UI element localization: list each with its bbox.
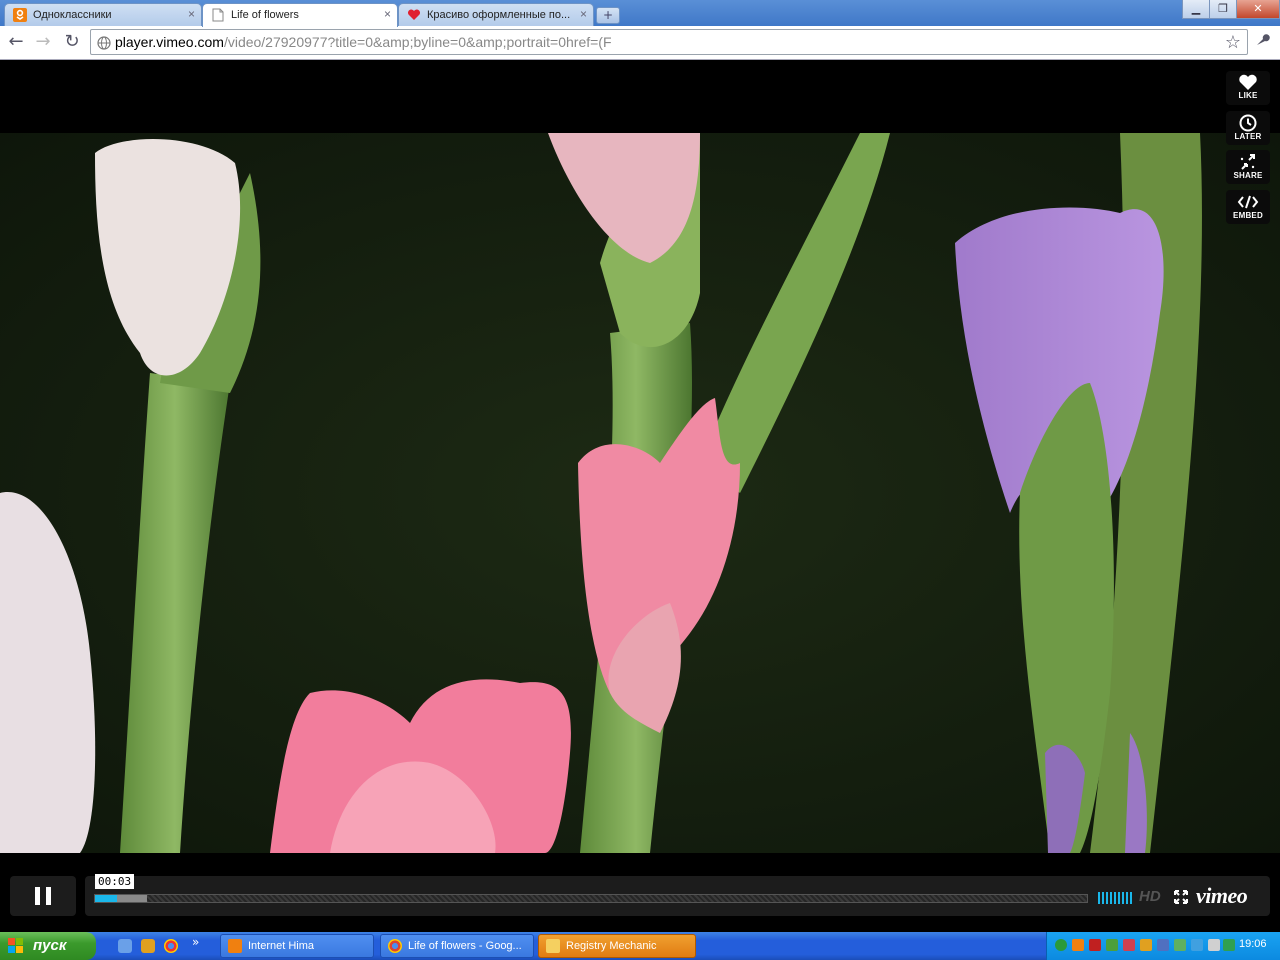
heart-icon: [407, 8, 421, 22]
progress-track[interactable]: [94, 894, 1088, 903]
tab-label: Одноклассники: [33, 9, 112, 21]
played-bar: [95, 895, 117, 902]
window-close-button[interactable]: ✕: [1236, 0, 1280, 19]
address-bar[interactable]: player.vimeo.com/video/27920977?title=0&…: [90, 29, 1248, 55]
chrome-icon[interactable]: [164, 939, 178, 953]
pause-icon: [46, 887, 51, 905]
heart-icon: [1239, 74, 1257, 90]
embed-button[interactable]: EMBED: [1226, 190, 1270, 224]
wrench-icon: [546, 939, 560, 953]
tray-network-icon[interactable]: [1191, 939, 1203, 951]
wrench-menu-icon[interactable]: [1254, 32, 1270, 52]
url-path: /video/27920977?title=0&amp;byline=0&amp…: [223, 34, 612, 50]
volume-control[interactable]: [1098, 892, 1132, 904]
close-tab-icon[interactable]: ×: [580, 7, 587, 21]
windows-flag-icon: [8, 938, 24, 954]
tray-app-icon[interactable]: [1157, 939, 1169, 951]
url-host: player.vimeo.com: [115, 34, 224, 50]
embed-icon: [1237, 195, 1259, 209]
quicklaunch-overflow-icon[interactable]: »: [192, 935, 199, 949]
forward-button[interactable]: →: [32, 31, 54, 53]
task-label: Life of flowers - Goog...: [408, 940, 522, 952]
new-tab-button[interactable]: +: [596, 7, 620, 24]
tray-app-icon[interactable]: [1223, 939, 1235, 951]
bookmark-star-icon[interactable]: ☆: [1225, 32, 1241, 53]
tray-app-icon[interactable]: [1140, 939, 1152, 951]
tray-flag-icon[interactable]: [1089, 939, 1101, 951]
tray-app-icon[interactable]: [1055, 939, 1067, 951]
close-tab-icon[interactable]: ×: [188, 7, 195, 21]
reload-button[interactable]: ↻: [61, 31, 83, 53]
maximize-button[interactable]: ❐: [1209, 0, 1237, 19]
video-image: [0, 133, 1280, 853]
minimize-button[interactable]: ▁: [1182, 0, 1210, 19]
tray-app-icon[interactable]: [1106, 939, 1118, 951]
task-label: Internet Hima: [248, 940, 315, 952]
show-desktop-icon[interactable]: [118, 939, 132, 953]
tray-app-icon[interactable]: [1174, 939, 1186, 951]
globe-icon: [97, 35, 111, 50]
clock-icon: [1239, 114, 1257, 132]
task-life-of-flowers[interactable]: Life of flowers - Goog...: [380, 934, 534, 958]
close-tab-icon[interactable]: ×: [384, 7, 391, 21]
vimeo-logo[interactable]: vimeo: [1196, 883, 1248, 909]
odnoklassniki-icon: [13, 8, 27, 22]
pause-icon: [35, 887, 40, 905]
later-label: LATER: [1234, 132, 1262, 141]
embed-label: EMBED: [1233, 211, 1263, 220]
tab-strip: Одноклассники × Life of flowers × Красив…: [0, 0, 1280, 27]
start-button[interactable]: пуск: [0, 932, 96, 960]
video-player[interactable]: LIKE LATER SHARE EMBED: [0, 60, 1280, 932]
tab-life-of-flowers[interactable]: Life of flowers ×: [202, 3, 398, 27]
back-button[interactable]: ←: [5, 31, 27, 53]
page-icon: [211, 8, 225, 22]
quicklaunch-app-icon[interactable]: [141, 939, 155, 953]
pause-button[interactable]: [10, 876, 76, 916]
tab-label: Life of flowers: [231, 9, 299, 21]
task-registry-mechanic[interactable]: Registry Mechanic: [538, 934, 696, 958]
share-icon: [1240, 154, 1255, 170]
chrome-icon: [388, 939, 402, 953]
tray-app-icon[interactable]: [1123, 939, 1135, 951]
browser-toolbar: ← → ↻ player.vimeo.com/video/27920977?ti…: [0, 26, 1280, 60]
like-label: LIKE: [1238, 91, 1258, 100]
tab-label: Красиво оформленные по...: [427, 9, 571, 21]
tab-krasivo[interactable]: Красиво оформленные по... ×: [398, 3, 594, 26]
url-text[interactable]: player.vimeo.com/video/27920977?title=0&…: [115, 34, 612, 50]
start-label: пуск: [33, 937, 67, 954]
taskbar-clock: 19:06: [1239, 938, 1267, 950]
taskbar: пуск » Internet Hima Life of flowers - G…: [0, 932, 1280, 960]
system-tray: 19:06: [1046, 932, 1280, 960]
player-controls: HD vimeo 00:03: [0, 853, 1280, 932]
task-internet-hima[interactable]: Internet Hima: [220, 934, 374, 958]
hd-toggle[interactable]: HD: [1139, 888, 1161, 905]
share-label: SHARE: [1233, 171, 1263, 180]
watch-later-button[interactable]: LATER: [1226, 111, 1270, 145]
share-button[interactable]: SHARE: [1226, 150, 1270, 184]
tab-odnoklassniki[interactable]: Одноклассники ×: [4, 3, 202, 26]
task-label: Registry Mechanic: [566, 940, 657, 952]
control-bar: HD vimeo: [85, 876, 1270, 916]
video-frame[interactable]: [0, 133, 1280, 853]
current-time: 00:03: [95, 874, 135, 889]
app-icon: [228, 939, 242, 953]
tray-volume-icon[interactable]: [1208, 939, 1220, 951]
fullscreen-icon[interactable]: [1174, 889, 1188, 904]
like-button[interactable]: LIKE: [1226, 71, 1270, 105]
tray-app-icon[interactable]: [1072, 939, 1084, 951]
